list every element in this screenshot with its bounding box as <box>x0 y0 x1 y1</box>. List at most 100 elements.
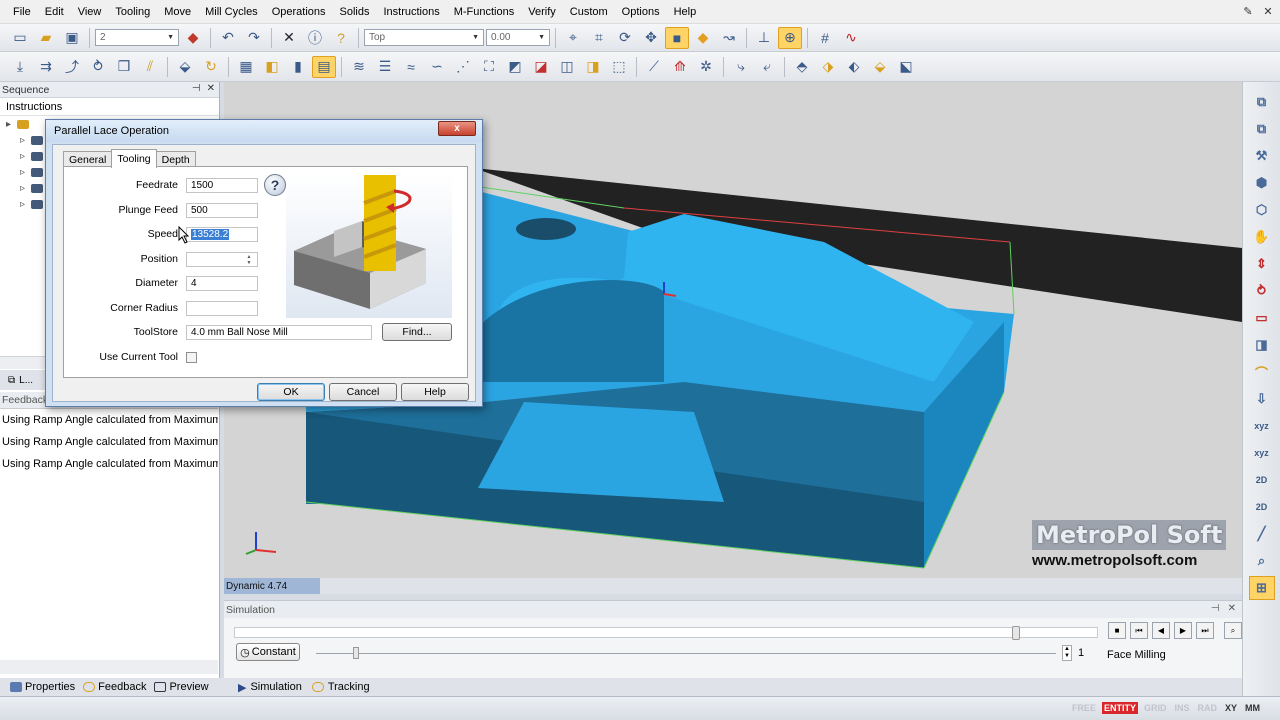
tab-tracking[interactable]: Tracking <box>311 681 370 693</box>
tab-simulation[interactable]: ▶ Simulation <box>238 681 302 694</box>
menu-options[interactable]: Options <box>615 6 667 18</box>
pan-icon[interactable]: ✥ <box>639 27 663 49</box>
2d-2-icon[interactable]: 2D <box>1249 495 1275 519</box>
curve-icon[interactable]: ⌒ <box>1249 360 1275 384</box>
corner-radius-input[interactable] <box>186 300 258 316</box>
flag-grid[interactable]: GRID <box>1142 702 1169 714</box>
pin-icon[interactable]: ⊣ <box>192 83 201 94</box>
shaded-view-icon[interactable]: ■ <box>665 26 689 49</box>
move-right-icon[interactable]: ⇉ <box>34 56 58 78</box>
undo-icon[interactable]: ↶ <box>216 27 240 49</box>
tab-feedback[interactable]: Feedback <box>83 681 146 693</box>
fit-view-icon[interactable]: ↝ <box>717 27 741 49</box>
close-icon[interactable]: ✕ <box>1228 603 1236 614</box>
drill-cycle-icon[interactable]: ⬙ <box>173 56 197 78</box>
menu-tooling[interactable]: Tooling <box>108 6 157 18</box>
info-icon[interactable]: ⓘ <box>303 27 327 49</box>
surface-11-icon[interactable]: ⬚ <box>607 56 631 78</box>
surface-3-icon[interactable]: ≈ <box>399 56 423 78</box>
boss-icon[interactable]: ▮ <box>286 56 310 78</box>
pocket-icon[interactable]: ▦ <box>234 56 258 78</box>
multi-4-icon[interactable]: ⬙ <box>868 56 892 78</box>
menu-operations[interactable]: Operations <box>265 6 333 18</box>
iso-view-icon[interactable]: ⬢ <box>1249 171 1275 195</box>
tool-view-icon[interactable]: ⚒ <box>1249 144 1275 168</box>
speed-slider-thumb[interactable] <box>353 647 359 659</box>
step-spinner[interactable]: ▲ ▼ 1 <box>1062 645 1084 661</box>
bolt-icon[interactable]: ⇩ <box>1249 387 1275 411</box>
menu-edit[interactable]: Edit <box>38 6 71 18</box>
expand-icon[interactable]: ▹ <box>20 151 25 162</box>
coil-icon[interactable]: ⥁ <box>1249 279 1275 303</box>
menu-custom[interactable]: Custom <box>563 6 615 18</box>
surface-10-icon[interactable]: ◨ <box>581 56 605 78</box>
tool-icon[interactable]: ⫽ <box>138 56 162 78</box>
help-question-icon[interactable]: ? <box>264 174 286 196</box>
top-view-icon[interactable]: ⬡ <box>1249 198 1275 222</box>
expand-icon[interactable]: ▹ <box>20 199 25 210</box>
menu-instructions[interactable]: Instructions <box>376 6 446 18</box>
hand-icon[interactable]: ✋ <box>1249 225 1275 249</box>
speed-input[interactable]: 13528.2 <box>186 226 258 242</box>
play-icon[interactable]: ▶ <box>1174 622 1192 639</box>
expand-icon[interactable]: ▹ <box>20 135 25 146</box>
flag-entity[interactable]: ENTITY <box>1101 702 1138 714</box>
drill-down-icon[interactable]: ⤓ <box>8 56 32 78</box>
multi-5-icon[interactable]: ⬕ <box>894 56 918 78</box>
menu-solids[interactable]: Solids <box>333 6 377 18</box>
spiral-icon[interactable]: ⥁ <box>86 56 110 78</box>
surface-9-icon[interactable]: ◫ <box>555 56 579 78</box>
spline-icon[interactable]: ∿ <box>839 27 863 49</box>
find-button[interactable]: Find... <box>382 323 452 341</box>
expand-icon[interactable]: ▸ <box>6 119 11 130</box>
spinner-arrows-icon[interactable]: ▲ ▼ <box>1062 645 1072 661</box>
step-back-icon[interactable]: ◀ <box>1152 622 1170 639</box>
diameter-input[interactable]: 4 <box>186 275 258 291</box>
simulation-progress-track[interactable] <box>234 626 1098 640</box>
ramp-icon[interactable]: ⤴ <box>60 56 84 78</box>
flag-rad[interactable]: RAD <box>1195 702 1219 714</box>
position-spinner[interactable]: ▲ ▼ <box>186 251 258 267</box>
new-file-icon[interactable]: ▭ <box>8 27 32 49</box>
surface-5-icon[interactable]: ⋰ <box>451 56 475 78</box>
feedback-scrollbar[interactable] <box>0 660 218 674</box>
select-icon[interactable]: ⌖ <box>561 27 585 49</box>
zoom-icon[interactable]: ⌕ <box>1224 622 1242 639</box>
lathe-view-icon[interactable]: ◨ <box>1249 333 1275 357</box>
plunge-feed-input[interactable]: 500 <box>186 202 258 218</box>
menu-verify[interactable]: Verify <box>521 6 563 18</box>
help-button[interactable]: Help <box>401 383 469 401</box>
pin-icon[interactable]: ⊣ <box>1211 603 1220 614</box>
constant-button[interactable]: ◷ Constant <box>236 643 300 661</box>
toolstore-input[interactable]: 4.0 mm Ball Nose Mill <box>186 324 372 340</box>
offset-combo[interactable]: 0.00 ▼ <box>486 29 550 46</box>
delete-icon[interactable]: ✕ <box>277 27 301 49</box>
cube-icon[interactable]: ❒ <box>112 56 136 78</box>
menu-move[interactable]: Move <box>157 6 198 18</box>
solid-box-icon[interactable]: ◆ <box>691 27 715 49</box>
simulation-progress-thumb[interactable] <box>1012 626 1020 640</box>
wire-2-icon[interactable]: ⟰ <box>668 56 692 78</box>
expand-icon[interactable]: ▹ <box>20 167 25 178</box>
line-tool-icon[interactable]: ╱ <box>1249 522 1275 546</box>
select-multiple-icon[interactable]: ⌗ <box>587 27 611 49</box>
lathe-1-icon[interactable]: ⤷ <box>729 56 753 78</box>
flag-free[interactable]: FREE <box>1070 702 1098 714</box>
multi-1-icon[interactable]: ⬘ <box>790 56 814 78</box>
surface-4-icon[interactable]: ∽ <box>425 56 449 78</box>
expand-icon[interactable]: ▹ <box>20 183 25 194</box>
surface-6-icon[interactable]: ⛶ <box>477 56 501 78</box>
wire-1-icon[interactable]: ⟋ <box>642 56 666 78</box>
surface-7-icon[interactable]: ◩ <box>503 56 527 78</box>
spinner-arrows-icon[interactable]: ▲ ▼ <box>242 254 256 266</box>
feedrate-input[interactable]: 1500 <box>186 177 258 193</box>
search-tool-icon[interactable]: ⌕ <box>1249 549 1275 573</box>
menu-mill-cycles[interactable]: Mill Cycles <box>198 6 265 18</box>
stretch-icon[interactable]: ⇕ <box>1249 252 1275 276</box>
profile-icon[interactable]: ◧ <box>260 56 284 78</box>
tap-cycle-icon[interactable]: ↻ <box>199 56 223 78</box>
xyz-2-icon[interactable]: xyz <box>1249 441 1275 465</box>
tree-root[interactable]: Instructions <box>0 98 219 116</box>
layer-combo[interactable]: 2 ▼ <box>95 29 179 46</box>
view-combo[interactable]: Top ▼ <box>364 29 484 46</box>
